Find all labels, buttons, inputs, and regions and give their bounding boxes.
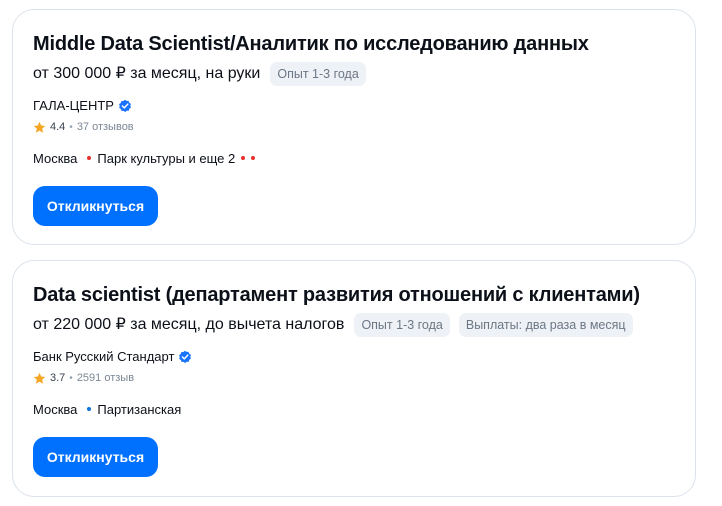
metro-line-dot <box>87 156 92 160</box>
experience-chip: Опыт 1-3 года <box>270 62 366 86</box>
vacancy-card: Data scientist (департамент развития отн… <box>12 260 696 497</box>
location-row: Москва Партизанская <box>33 401 181 417</box>
verified-icon <box>179 350 192 363</box>
rating-value: 4.4 <box>50 121 66 133</box>
salary-row: от 220 000 ₽ за месяц, до вычета налогов… <box>33 313 633 337</box>
metro-line-dot <box>251 156 256 160</box>
metro-station-text: Партизанская <box>97 401 182 417</box>
city-text: Москва <box>33 401 78 417</box>
vacancy-title-link[interactable]: Middle Data Scientist/Аналитик по исслед… <box>33 32 589 56</box>
company-row: Банк Русский Стандарт <box>33 349 192 365</box>
rating-value: 3.7 <box>50 372 66 384</box>
separator-dot: • <box>69 372 73 384</box>
payment-frequency-chip: Выплаты: два раза в месяц <box>458 313 633 337</box>
apply-button[interactable]: Откликнуться <box>33 437 158 477</box>
star-icon <box>33 372 46 384</box>
salary-row: от 300 000 ₽ за месяц, на руки Опыт 1-3 … <box>33 62 366 86</box>
metro-station-text: Парк культуры и еще 2 <box>97 150 236 166</box>
salary-text: от 300 000 ₽ за месяц, на руки <box>33 65 261 82</box>
reviews-link[interactable]: 37 отзывов <box>77 121 134 133</box>
company-name-link[interactable]: ГАЛА-ЦЕНТР <box>33 98 114 114</box>
verified-icon <box>119 99 131 112</box>
metro-line-dot <box>241 156 246 160</box>
rating-row: 3.7 • 2591 отзыв <box>33 370 134 386</box>
star-icon <box>33 121 46 133</box>
reviews-link[interactable]: 2591 отзыв <box>77 372 134 384</box>
apply-button[interactable]: Откликнуться <box>33 186 158 226</box>
metro-line-dot <box>87 407 92 411</box>
salary-text: от 220 000 ₽ за месяц, до вычета налогов <box>33 316 345 333</box>
location-row: Москва Парк культуры и еще 2 <box>33 150 256 166</box>
experience-chip: Опыт 1-3 года <box>354 313 450 337</box>
vacancy-card: Middle Data Scientist/Аналитик по исслед… <box>12 9 696 245</box>
rating-row: 4.4 • 37 отзывов <box>33 119 134 135</box>
company-name-link[interactable]: Банк Русский Стандарт <box>33 349 174 365</box>
vacancy-title-link[interactable]: Data scientist (департамент развития отн… <box>33 283 640 307</box>
company-row: ГАЛА-ЦЕНТР <box>33 98 132 114</box>
separator-dot: • <box>69 121 73 133</box>
city-text: Москва <box>33 150 78 166</box>
